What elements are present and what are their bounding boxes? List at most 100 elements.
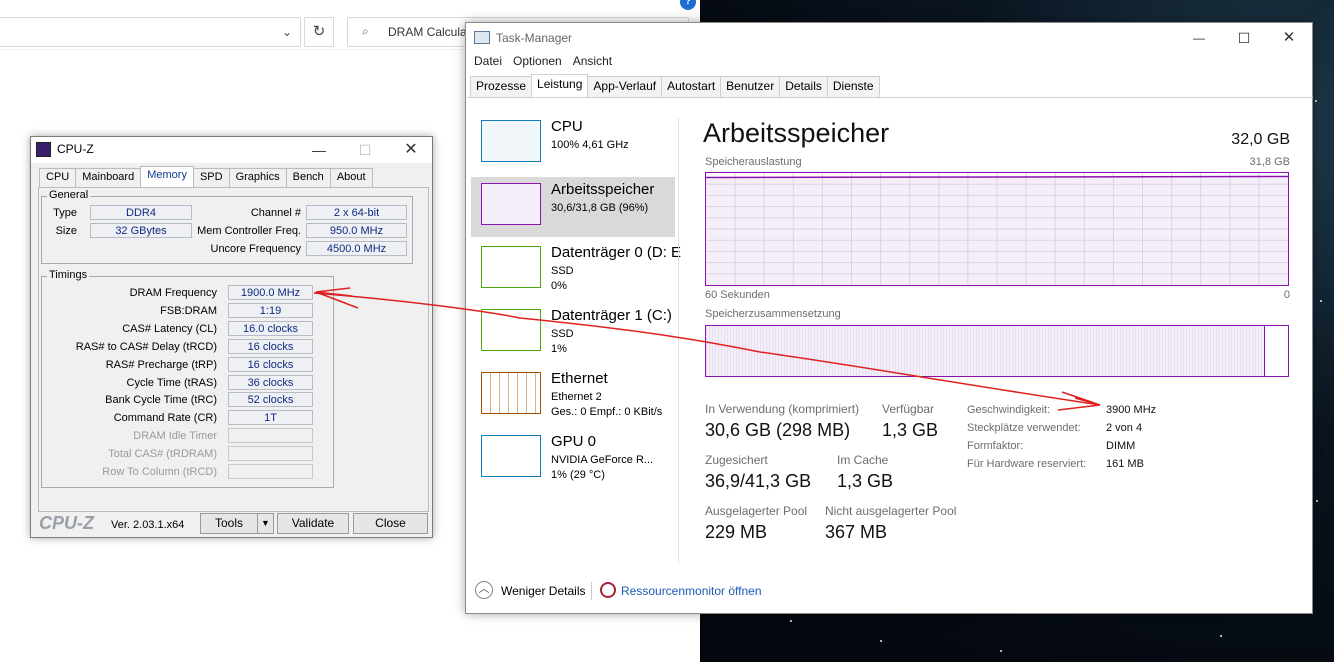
tab-app-verlauf[interactable]: App-Verlauf [587,76,663,97]
timing-label: DRAM Frequency [129,287,217,299]
detail-value: 3900 MHz [1106,404,1157,416]
maximize-icon[interactable]: ☐ [342,137,388,163]
detail-key: Für Hardware reserviert: [967,458,1087,470]
minimize-icon[interactable]: — [1176,25,1222,51]
paged-pool-value: 229 MB [705,522,768,542]
tab-about[interactable]: About [329,168,373,187]
memory-usage-chart [706,173,1288,285]
tools-button[interactable]: Tools [200,513,258,534]
sidebar-item[interactable]: Ethernet Ethernet 2 Ges.: 0 Empf.: 0 KBit/… [471,366,675,426]
menu-datei[interactable]: Datei [474,54,502,74]
detail-value: DIMM [1106,440,1136,452]
nonpaged-pool-value: 367 MB [825,522,888,542]
sidebar-item-title: CPU [551,118,583,135]
resource-monitor-icon [600,582,616,598]
help-icon[interactable]: ? [680,0,696,10]
search-input-text: DRAM Calcula [388,25,467,39]
timing-value: 52 clocks [228,392,313,408]
minimize-icon[interactable]: — [296,137,342,163]
close-button[interactable]: Close [353,513,428,534]
validate-button[interactable]: Validate [277,513,349,534]
chevron-down-icon[interactable]: ⌄ [282,25,292,39]
timing-value: 16.0 clocks [228,320,313,336]
timing-label: RAS# Precharge (tRP) [105,358,217,371]
close-icon[interactable]: ✕ [388,137,434,163]
tab-details[interactable]: Details [779,76,828,97]
menu-optionen[interactable]: Optionen [513,54,562,74]
timing-value: 1T [228,410,313,426]
refresh-icon[interactable]: ↻ [304,17,334,47]
sidebar-item-title: GPU 0 [551,433,597,450]
sidebar-thumbnail [481,309,541,351]
cached-value: 1,3 GB [837,471,894,491]
detail-key: Geschwindigkeit: [967,404,1051,416]
timing-value: 16 clocks [228,356,313,372]
timing-label: FSB:DRAM [160,304,217,317]
tm-menubar: Datei Optionen Ansicht [466,54,615,74]
paged-pool-label: Ausgelagerter Pool [705,504,808,518]
tab-memory[interactable]: Memory [140,166,194,187]
tab-prozesse[interactable]: Prozesse [470,76,533,97]
tab-cpu[interactable]: CPU [39,168,77,187]
tab-autostart[interactable]: Autostart [661,76,722,97]
chevron-up-icon[interactable]: ︿ [475,581,493,599]
uncore-label: Uncore Frequency [210,243,302,255]
sidebar-item-title: Ethernet [551,370,608,387]
sidebar-item[interactable]: Datenträger 0 (D: E SSD 0% [471,240,681,300]
memory-composition-bar [705,325,1289,377]
graph-time-end: 0 [1283,289,1290,301]
resource-monitor-link[interactable]: Ressourcenmonitor öffnen [621,584,762,598]
sidebar-item-subtext: SSD [551,328,574,340]
address-bar[interactable]: ⌄ [0,17,301,47]
tab-bench[interactable]: Bench [285,168,331,187]
timing-value: 1:19 [228,302,313,318]
timing-label: RAS# to CAS# Delay (tRCD) [75,340,217,353]
tab-benutzer[interactable]: Benutzer [720,76,781,97]
cpuz-title: CPU-Z [57,142,94,156]
timing-label: Cycle Time (tRAS) [126,376,217,389]
type-value: DDR4 [90,205,192,220]
timing-value [228,446,313,462]
sidebar-item[interactable]: Arbeitsspeicher 30,6/31,8 GB (96%) [471,177,675,237]
in-use-label: In Verwendung (komprimiert) [705,402,860,416]
available-label: Verfügbar [882,402,935,416]
sidebar-item[interactable]: GPU 0 NVIDIA GeForce R... 1% (29 °C) [471,429,675,489]
sidebar-item-subtext: NVIDIA GeForce R... [551,454,654,466]
sidebar-item-subtext: Ges.: 0 Empf.: 0 KBit/s [551,406,663,418]
page-title: Arbeitsspeicher [703,118,890,148]
size-value: 32 GBytes [90,223,192,238]
timing-label: Total CAS# (tRDRAM) [108,448,217,461]
channel-value: 2 x 64-bit [306,205,407,220]
tab-leistung[interactable]: Leistung [531,74,589,97]
tab-dienste[interactable]: Dienste [826,76,880,97]
timing-value: 1900.0 MHz [228,285,313,300]
performance-pane: CPU 100% 4,61 GHz Arbeitsspeicher 30,6/31,8… [467,97,1313,614]
timing-value [228,464,313,479]
tab-spd[interactable]: SPD [192,168,230,187]
tools-dropdown-icon[interactable]: ▼ [257,513,274,534]
composition-in-use [706,326,1265,376]
timing-label: CAS# Latency (CL) [122,322,217,335]
committed-label: Zugesichert [705,453,768,467]
maximize-icon[interactable]: ☐ [1221,25,1267,51]
menu-ansicht[interactable]: Ansicht [573,54,612,74]
fewer-details-link[interactable]: Weniger Details [501,584,585,598]
sidebar-thumbnail [481,246,541,288]
sidebar-item-subtext: 1% (29 °C) [551,469,605,481]
sidebar-item-title: Arbeitsspeicher [551,181,655,198]
taskmanager-window: Task-Manager — ☐ ✕ Datei Optionen Ansich… [465,22,1313,614]
tab-mainboard[interactable]: Mainboard [75,168,142,187]
cpuz-titlebar[interactable]: CPU-Z — ☐ ✕ [31,137,432,163]
cpuz-tabs: CPU Mainboard Memory SPD Graphics Bench … [39,166,373,187]
tab-graphics[interactable]: Graphics [228,168,287,187]
usage-graph-label: Speicherauslastung [705,156,802,168]
sidebar-thumbnail [481,435,541,477]
close-icon[interactable]: ✕ [1266,25,1312,51]
committed-value: 36,9/41,3 GB [705,471,812,491]
tm-title: Task-Manager [496,31,573,45]
timing-label: Bank Cycle Time (tRC) [105,394,217,407]
sidebar-item[interactable]: Datenträger 1 (C:) SSD 1% [471,303,675,363]
sidebar-item[interactable]: CPU 100% 4,61 GHz [471,114,675,174]
cpuz-app-icon [36,142,51,157]
tm-titlebar[interactable]: Task-Manager — ☐ ✕ [466,23,1312,53]
